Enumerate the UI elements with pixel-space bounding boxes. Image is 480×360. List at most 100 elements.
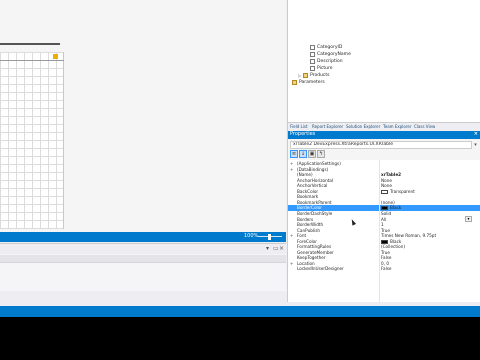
output-panel-toolbar <box>0 255 286 263</box>
property-value: 0, 0 <box>381 260 389 266</box>
property-value-cell[interactable]: Transparent <box>381 189 415 194</box>
field-list-label: CategoryName <box>317 52 351 57</box>
properties-title-bar: Properties × <box>288 131 480 139</box>
categorized-icon[interactable]: ≡ <box>290 150 298 158</box>
property-value: True <box>381 249 390 255</box>
property-value-cell[interactable]: False <box>381 255 392 260</box>
property-value: None <box>381 183 392 189</box>
property-row[interactable]: LockedInUserDesigner False <box>288 266 480 272</box>
field-list-label: Picture <box>317 66 333 71</box>
property-value-cell[interactable]: Times New Roman, 9.75pt <box>381 233 436 238</box>
property-pages-icon[interactable]: ▣ <box>308 150 316 158</box>
color-swatch <box>381 189 388 194</box>
property-value: Black <box>390 205 402 211</box>
field-list-label: Products <box>310 73 330 78</box>
properties-toolbar: ≡ ↓ ▣ ϟ <box>290 150 480 159</box>
band-divider <box>0 60 64 61</box>
property-value-cell[interactable]: 1 <box>381 222 384 227</box>
property-name: GenerateMember <box>297 249 334 255</box>
field-list-item[interactable]: Picture <box>310 65 332 72</box>
property-value: None <box>381 177 392 183</box>
property-value-cell[interactable]: None <box>381 178 392 183</box>
alphabetical-icon[interactable]: ↓ <box>299 150 307 158</box>
value-dropdown-button[interactable]: ▾ <box>465 216 472 222</box>
property-name: AnchorHorizontal <box>297 177 334 183</box>
field-list-label: CategoryID <box>317 45 343 50</box>
color-swatch <box>381 206 388 211</box>
property-name: BorderWidth <box>297 222 324 228</box>
property-value-cell[interactable]: 0, 0 <box>381 261 389 266</box>
chevron-down-icon[interactable]: ▾ <box>472 141 479 149</box>
field-list-item[interactable]: CategoryName <box>310 51 351 58</box>
properties-panel: Properties × xrTable2 DevExpress.XtraRep… <box>287 131 480 302</box>
property-grid-splitter[interactable] <box>379 160 380 302</box>
tab-field-list[interactable]: Field List <box>290 124 308 129</box>
tab-team-explorer[interactable]: Team Explorer <box>383 124 412 129</box>
screen: 100% ▾ ▭ × CategoryID CategoryName Descrip… <box>0 0 480 360</box>
expand-icon[interactable]: + <box>290 161 293 166</box>
object-selector[interactable]: xrTable2 DevExpress.XtraReports.UI.XRTab… <box>290 141 472 149</box>
tab-solution-explorer[interactable]: Solution Explorer <box>346 124 380 129</box>
field-list-item[interactable]: Description <box>310 58 343 65</box>
property-value-cell[interactable]: None <box>381 183 392 188</box>
property-name: AnchorVertical <box>297 183 328 189</box>
property-name: FormattingRules <box>297 244 332 250</box>
property-value-cell[interactable]: (Collection) <box>381 244 405 249</box>
property-value: All <box>381 216 387 222</box>
tab-report-explorer[interactable]: Report Explorer <box>312 124 343 129</box>
field-icon <box>310 59 315 64</box>
property-name: Bookmark <box>297 194 319 200</box>
property-value-cell[interactable]: Black <box>381 239 401 244</box>
property-value-cell[interactable]: Solid <box>381 211 391 216</box>
field-list-label: Description <box>317 59 343 64</box>
property-value-cell[interactable]: (none) <box>381 200 395 205</box>
property-name: BackColor <box>297 188 319 194</box>
property-value-cell[interactable]: Black <box>381 205 402 211</box>
designer-status-bar: 100% <box>0 232 286 242</box>
property-name: BorderColor <box>297 205 322 211</box>
expand-icon[interactable]: + <box>290 261 293 266</box>
ide-window: 100% ▾ ▭ × CategoryID CategoryName Descrip… <box>0 0 480 317</box>
property-value-cell[interactable]: True <box>381 250 390 255</box>
tab-class-view[interactable]: Class View <box>414 124 435 129</box>
band-marker-icon[interactable] <box>53 54 58 59</box>
report-designer-surface[interactable] <box>0 0 286 232</box>
close-icon[interactable]: × <box>279 245 284 252</box>
property-value: False <box>381 255 392 261</box>
property-value: Solid <box>381 210 392 216</box>
properties-title: Properties <box>290 131 316 137</box>
expand-icon[interactable]: + <box>290 167 293 172</box>
output-panel: ▾ ▭ × <box>0 243 286 291</box>
field-list-item[interactable]: CategoryID <box>310 44 342 51</box>
close-icon[interactable]: × <box>474 131 478 137</box>
events-icon[interactable]: ϟ <box>317 150 325 158</box>
property-name: BookmarkParent <box>297 199 332 205</box>
folder-icon <box>292 80 297 85</box>
report-page-grid[interactable] <box>0 52 64 229</box>
property-name: (ApplicationSettings) <box>297 161 341 166</box>
property-value: 1 <box>381 222 384 228</box>
property-value: xrTable2 <box>381 172 402 178</box>
panel-dropdown-icon[interactable]: ▾ <box>266 245 269 252</box>
field-list-item[interactable]: ▷ Products <box>298 72 330 79</box>
field-icon <box>310 45 315 50</box>
property-value-cell[interactable]: True <box>381 228 390 233</box>
zoom-slider-thumb[interactable] <box>268 234 271 240</box>
property-value-cell[interactable]: All <box>381 217 386 222</box>
expand-icon[interactable]: + <box>290 233 293 238</box>
property-name: LockedInUserDesigner <box>297 266 344 272</box>
explorer-tab-strip: Field List Report Explorer Solution Expl… <box>287 122 480 131</box>
ide-status-bar <box>0 306 480 317</box>
folder-icon <box>303 73 309 78</box>
property-name: ForeColor <box>297 238 317 244</box>
property-value-cell[interactable]: False <box>381 266 392 271</box>
property-value-cell[interactable]: xrTable2 <box>381 172 401 177</box>
color-swatch <box>381 239 388 244</box>
property-name: (DataBindings) <box>297 166 329 172</box>
field-list-item[interactable]: Parameters <box>292 79 325 86</box>
property-name: Font <box>297 233 307 239</box>
expand-arrow-icon[interactable]: ▷ <box>298 73 301 78</box>
field-list-panel: CategoryID CategoryName Description Picture… <box>287 0 480 122</box>
pin-icon[interactable]: ▭ <box>273 245 279 252</box>
property-name: BorderDashStyle <box>297 210 333 216</box>
